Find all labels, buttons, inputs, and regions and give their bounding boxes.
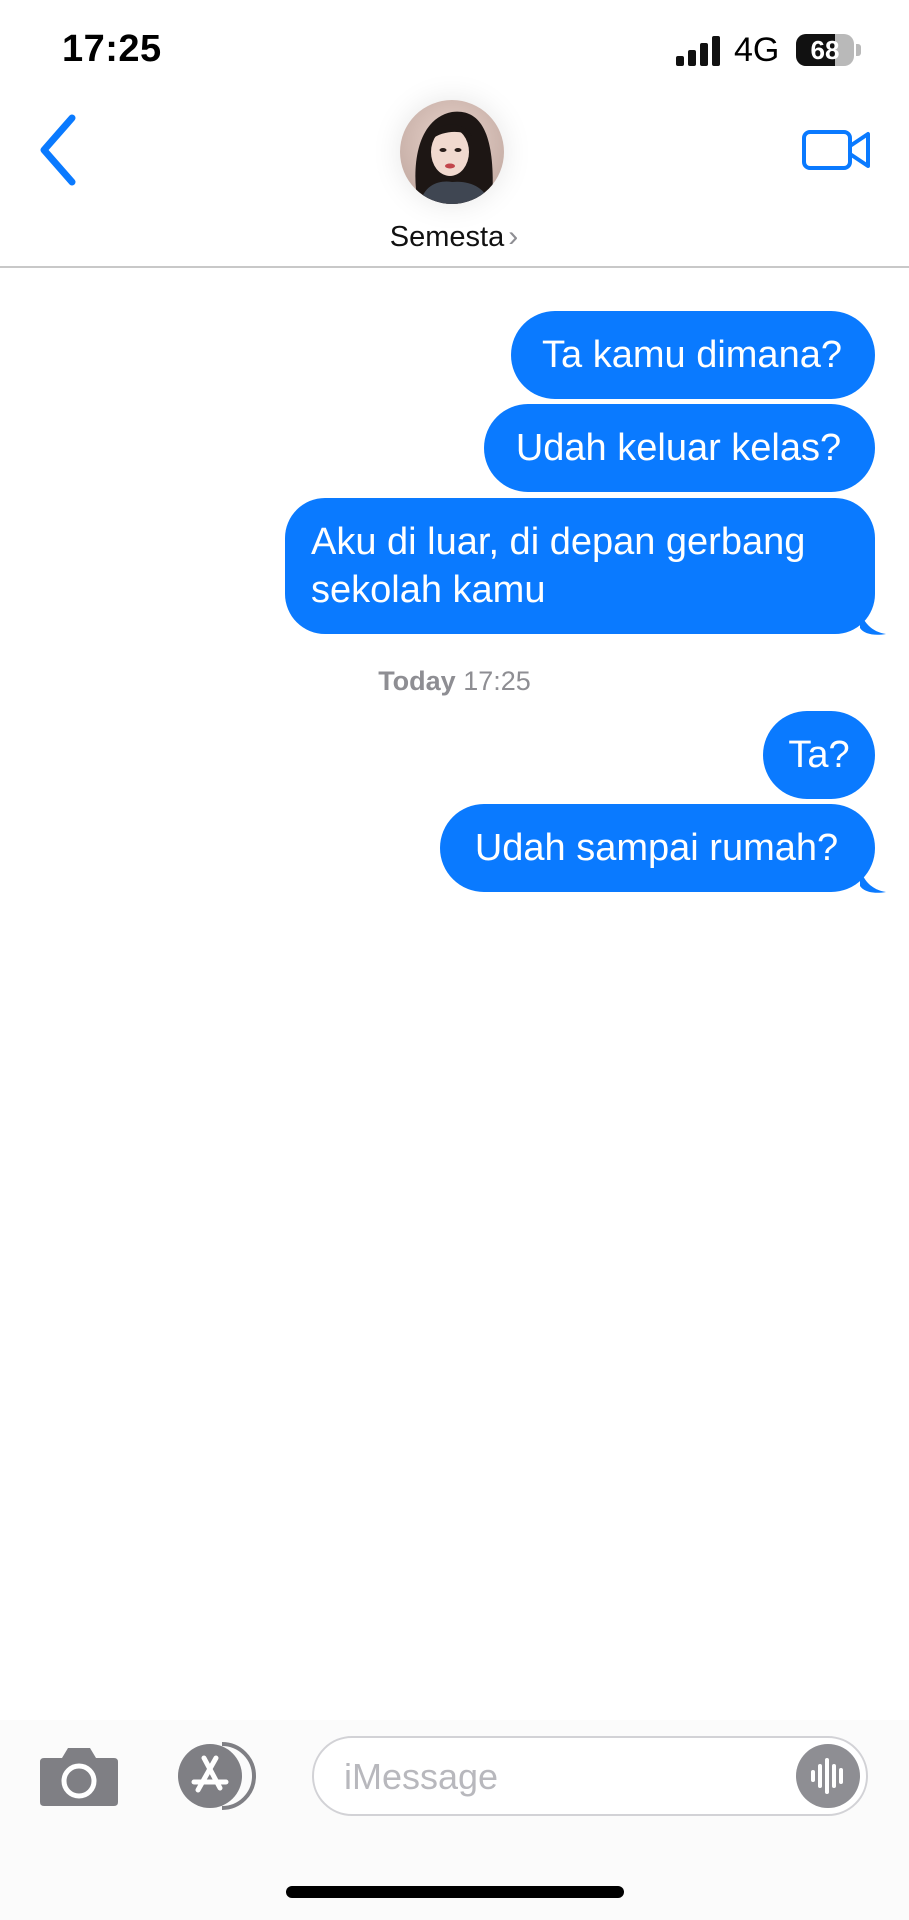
contact-info-button[interactable]: Semesta › bbox=[354, 100, 554, 260]
camera-icon bbox=[40, 1748, 118, 1806]
message-input-placeholder: iMessage bbox=[344, 1756, 499, 1797]
message-text: Aku di luar, di depan gerbang sekolah ka… bbox=[311, 521, 806, 611]
chevron-left-icon bbox=[40, 114, 76, 186]
chevron-right-icon: › bbox=[508, 220, 519, 253]
contact-name-row: Semesta › bbox=[354, 220, 554, 254]
battery-indicator: 68 bbox=[796, 34, 862, 66]
home-indicator[interactable] bbox=[286, 1886, 624, 1898]
video-camera-icon bbox=[802, 130, 870, 170]
timestamp-time: 17:25 bbox=[463, 666, 531, 696]
message-bubble[interactable]: Aku di luar, di depan gerbang sekolah ka… bbox=[285, 498, 875, 634]
message-bubble[interactable]: Ta kamu dimana? bbox=[511, 311, 875, 399]
timestamp-day: Today bbox=[378, 666, 456, 696]
avatar-photo bbox=[400, 100, 504, 204]
back-button[interactable] bbox=[30, 108, 90, 192]
message-timestamp: Today 17:25 bbox=[0, 666, 909, 697]
app-store-icon bbox=[178, 1742, 256, 1810]
contact-name: Semesta bbox=[389, 221, 505, 253]
bubble-tail bbox=[860, 866, 886, 893]
message-bubble[interactable]: Ta? bbox=[763, 711, 875, 799]
message-bubble[interactable]: Udah sampai rumah? bbox=[440, 804, 875, 892]
network-type: 4G bbox=[734, 31, 780, 69]
cellular-signal-icon bbox=[676, 36, 720, 66]
avatar bbox=[400, 100, 504, 204]
message-bubble[interactable]: Udah keluar kelas? bbox=[484, 404, 875, 492]
message-text: Ta kamu dimana? bbox=[542, 334, 842, 376]
status-bar: 17:25 4G 68 bbox=[0, 0, 909, 100]
message-input[interactable]: iMessage bbox=[312, 1736, 868, 1816]
message-text: Udah sampai rumah? bbox=[474, 827, 839, 869]
battery-level: 68 bbox=[810, 35, 840, 65]
waveform-icon bbox=[811, 1758, 843, 1794]
facetime-video-button[interactable] bbox=[800, 112, 876, 188]
status-time: 17:25 bbox=[62, 28, 162, 70]
battery-body: 68 bbox=[796, 34, 854, 66]
audio-message-button[interactable] bbox=[796, 1744, 860, 1808]
conversation-header: Semesta › bbox=[0, 90, 909, 268]
bubble-tail bbox=[860, 608, 886, 635]
composer-bar: iMessage bbox=[0, 1720, 909, 1920]
camera-button[interactable] bbox=[38, 1744, 120, 1808]
message-text: Ta? bbox=[788, 734, 850, 776]
app-store-button[interactable] bbox=[170, 1740, 262, 1812]
message-text: Udah keluar kelas? bbox=[515, 427, 842, 469]
battery-cap bbox=[856, 44, 861, 56]
